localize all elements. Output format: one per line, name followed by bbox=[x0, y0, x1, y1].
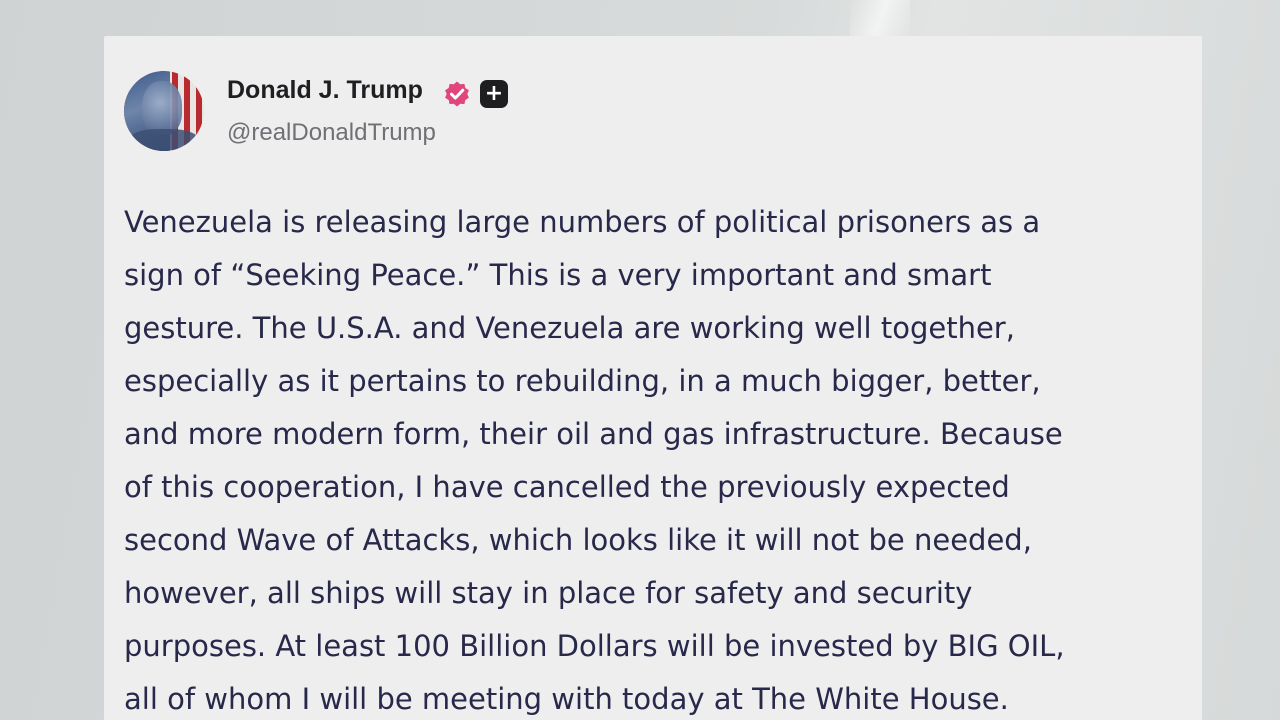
avatar-shoulders bbox=[128, 129, 200, 151]
author-handle[interactable]: @realDonaldTrump bbox=[227, 119, 436, 147]
post-line: of this cooperation, I have cancelled th… bbox=[124, 470, 1010, 504]
post-line: and more modern form, their oil and gas … bbox=[124, 417, 1063, 451]
avatar-portrait bbox=[142, 81, 182, 135]
post-line: sign of “Seeking Peace.” This is a very … bbox=[124, 258, 992, 292]
avatar[interactable] bbox=[124, 71, 204, 151]
post-card: Donald J. Trump + @realDonaldTrump Venez… bbox=[104, 36, 1202, 720]
post-line: Venezuela is releasing large numbers of … bbox=[124, 205, 1041, 239]
post-body: Venezuela is releasing large numbers of … bbox=[124, 196, 1184, 720]
plus-badge-icon: + bbox=[480, 80, 508, 108]
post-line: second Wave of Attacks, which looks like… bbox=[124, 523, 1032, 557]
post-line: purposes. At least 100 Billion Dollars w… bbox=[124, 629, 1065, 663]
verified-badge-icon bbox=[445, 81, 469, 107]
post-line: however, all ships will stay in place fo… bbox=[124, 576, 973, 610]
post-line: especially as it pertains to rebuilding,… bbox=[124, 364, 1041, 398]
post-line: all of whom I will be meeting with today… bbox=[124, 682, 1009, 716]
post-line: gesture. The U.S.A. and Venezuela are wo… bbox=[124, 311, 1015, 345]
author-display-name[interactable]: Donald J. Trump bbox=[227, 76, 423, 105]
background-light-streak bbox=[850, 0, 910, 40]
